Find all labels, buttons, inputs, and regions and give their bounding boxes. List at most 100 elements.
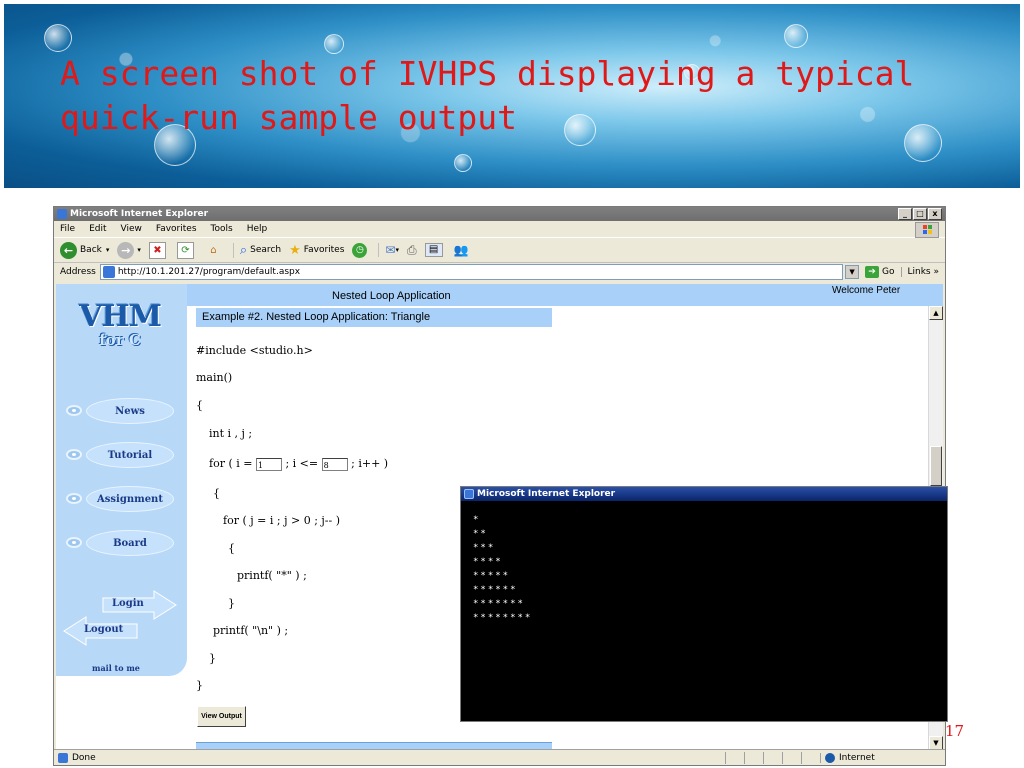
menu-file[interactable]: File bbox=[60, 224, 75, 234]
i-end-input[interactable]: 8 bbox=[321, 457, 348, 471]
history-icon: ◷ bbox=[352, 242, 368, 258]
bubble-decoration bbox=[324, 34, 344, 54]
sidebar: VHM for C News Tutorial Assignment Board bbox=[56, 284, 187, 676]
menu-tools[interactable]: Tools bbox=[211, 224, 233, 234]
nav-board-label: Board bbox=[86, 530, 174, 556]
code-line-for-outer: for ( i = 1 ; i <= 8 ; i++ ) bbox=[209, 457, 388, 471]
vhm-logo: VHM for C bbox=[78, 302, 162, 354]
logout-button[interactable]: Logout bbox=[62, 616, 138, 646]
maximize-button[interactable]: □ bbox=[913, 208, 927, 220]
nav-tutorial-label: Tutorial bbox=[86, 442, 174, 468]
example-title-bar: Example #2. Nested Loop Application: Tri… bbox=[196, 308, 552, 328]
history-button[interactable]: ◷ bbox=[352, 242, 370, 258]
output-line: *** bbox=[473, 543, 496, 553]
window-controls: _ □ x bbox=[898, 208, 942, 220]
status-cell bbox=[725, 751, 744, 764]
popup-titlebar[interactable]: Microsoft Internet Explorer bbox=[461, 487, 947, 501]
security-zone: Internet bbox=[820, 752, 945, 763]
code-line: main() bbox=[196, 371, 233, 384]
menu-bar: File Edit View Favorites Tools Help bbox=[54, 221, 945, 238]
output-popup-window: Microsoft Internet Explorer * ** *** ***… bbox=[460, 486, 948, 722]
mail-link[interactable]: mail to me bbox=[92, 663, 140, 673]
logout-label: Logout bbox=[84, 624, 124, 635]
i-start-input[interactable]: 1 bbox=[255, 457, 282, 471]
code-line: } bbox=[209, 652, 216, 665]
standard-toolbar: ← Back ▾ → ▾ ✖ ⟳ ⌂ ⌕ Search ★ Favorites … bbox=[54, 237, 945, 263]
refresh-icon: ⟳ bbox=[176, 241, 194, 259]
console-output: * ** *** **** ***** ****** ******* *****… bbox=[461, 501, 947, 625]
home-button[interactable]: ⌂ bbox=[205, 242, 225, 259]
code-line: #include <studio.h> bbox=[196, 344, 313, 357]
address-label: Address bbox=[60, 267, 96, 277]
mail-button[interactable]: ✉ ▾ bbox=[378, 243, 399, 257]
go-arrow-icon: ➔ bbox=[865, 266, 880, 278]
address-bar: Address http://10.1.201.27/program/defau… bbox=[54, 263, 945, 281]
code-line: int i , j ; bbox=[209, 427, 253, 440]
menu-help[interactable]: Help bbox=[247, 224, 268, 234]
menu-favorites[interactable]: Favorites bbox=[156, 224, 197, 234]
back-arrow-icon: ← bbox=[60, 241, 77, 259]
home-icon: ⌂ bbox=[210, 244, 217, 256]
nav-assignment[interactable]: Assignment bbox=[64, 486, 176, 512]
status-bar: Done Internet bbox=[54, 749, 945, 765]
print-button[interactable]: ⎙ bbox=[407, 243, 417, 258]
favorites-star-icon: ★ bbox=[289, 242, 301, 258]
edit-button[interactable]: ▤ bbox=[424, 243, 446, 257]
eye-icon bbox=[66, 493, 82, 504]
ie-icon bbox=[57, 209, 67, 219]
nav-news-label: News bbox=[86, 398, 174, 424]
browser-titlebar: Microsoft Internet Explorer _ □ x bbox=[54, 207, 945, 221]
go-button[interactable]: ➔ Go bbox=[865, 266, 895, 278]
code-line: for ( j = i ; j > 0 ; j-- ) bbox=[223, 514, 341, 527]
close-button[interactable]: x bbox=[928, 208, 942, 220]
messenger-button[interactable]: 👥 bbox=[454, 243, 469, 257]
minimize-button[interactable]: _ bbox=[898, 208, 912, 220]
forward-button[interactable]: → ▾ bbox=[117, 241, 141, 259]
mail-icon: ✉ bbox=[385, 243, 396, 257]
header-title: Nested Loop Application bbox=[332, 290, 451, 302]
scroll-down-button[interactable]: ▼ bbox=[929, 736, 943, 750]
window-title: Microsoft Internet Explorer bbox=[70, 209, 209, 219]
logo-line1: VHM bbox=[79, 299, 162, 334]
favorites-button[interactable]: ★ Favorites bbox=[289, 243, 344, 258]
print-icon: ⎙ bbox=[406, 242, 417, 257]
refresh-button[interactable]: ⟳ bbox=[176, 241, 197, 259]
menu-edit[interactable]: Edit bbox=[89, 224, 106, 234]
nav-news[interactable]: News bbox=[64, 398, 176, 424]
back-button[interactable]: ← Back ▾ bbox=[60, 241, 109, 259]
output-line: ******* bbox=[473, 599, 525, 609]
address-input[interactable]: http://10.1.201.27/program/default.aspx bbox=[99, 264, 844, 280]
status-cell bbox=[782, 751, 801, 764]
menu-view[interactable]: View bbox=[121, 224, 142, 234]
nav-tutorial[interactable]: Tutorial bbox=[64, 442, 176, 468]
eye-icon bbox=[66, 449, 82, 460]
output-line: ****** bbox=[473, 585, 518, 595]
eye-icon bbox=[66, 537, 82, 548]
address-dropdown-button[interactable]: ▼ bbox=[845, 265, 860, 279]
go-label: Go bbox=[882, 267, 895, 277]
bubble-decoration bbox=[454, 154, 472, 172]
stop-button[interactable]: ✖ bbox=[148, 241, 169, 259]
output-line: ** bbox=[473, 529, 488, 539]
address-url: http://10.1.201.27/program/default.aspx bbox=[117, 267, 301, 277]
output-line: ******** bbox=[473, 613, 533, 623]
page-header: Nested Loop Application Welcome Peter bbox=[56, 284, 943, 306]
back-label: Back bbox=[80, 245, 102, 255]
scroll-thumb[interactable] bbox=[930, 446, 942, 486]
messenger-icon: 👥 bbox=[453, 243, 469, 257]
stop-icon: ✖ bbox=[148, 241, 166, 259]
slide-title: A screen shot of IVHPS displaying a typi… bbox=[60, 54, 915, 137]
view-output-button[interactable]: View Output bbox=[197, 706, 246, 727]
bubble-decoration bbox=[784, 24, 808, 48]
scroll-up-button[interactable]: ▲ bbox=[929, 306, 943, 320]
status-text: Done bbox=[72, 752, 96, 763]
eye-icon bbox=[66, 405, 82, 416]
dropdown-arrow-icon: ▾ bbox=[395, 246, 399, 254]
nav-board[interactable]: Board bbox=[64, 530, 176, 556]
search-button[interactable]: ⌕ Search bbox=[232, 242, 281, 258]
code-line: { bbox=[213, 487, 220, 500]
example-title: Example #2. Nested Loop Application: Tri… bbox=[202, 311, 431, 323]
links-button[interactable]: Links » bbox=[900, 267, 946, 277]
bubble-decoration bbox=[44, 24, 72, 52]
output-line: ***** bbox=[473, 571, 511, 581]
